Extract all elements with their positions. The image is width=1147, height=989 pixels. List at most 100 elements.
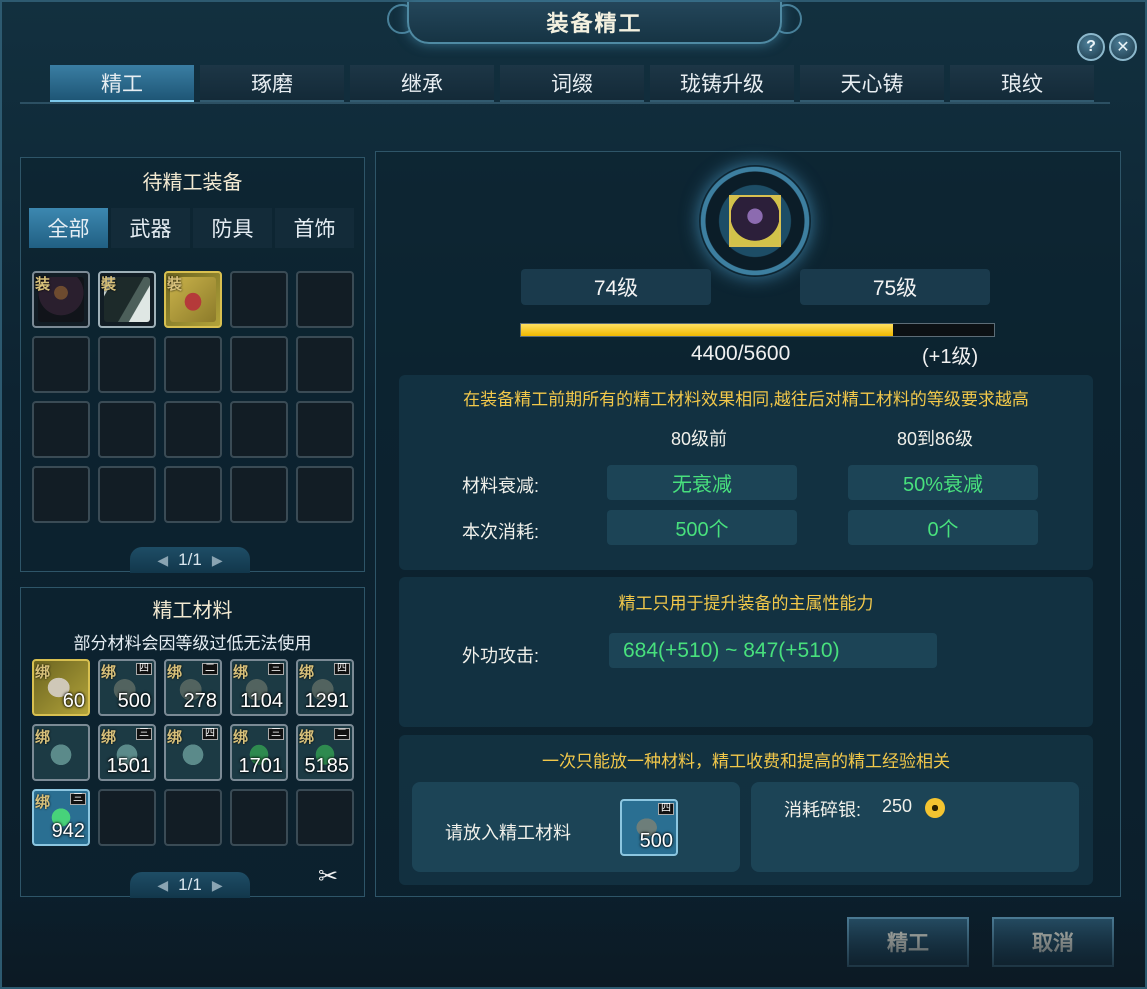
material-slot[interactable]: 绑 三 1501	[98, 724, 156, 781]
filter-armor[interactable]: 防具	[193, 208, 272, 248]
empty-slot[interactable]	[230, 789, 288, 846]
tab-affix[interactable]: 词缀	[500, 65, 644, 102]
tier-badge: 四	[658, 803, 674, 815]
empty-slot[interactable]	[164, 336, 222, 393]
attribute-panel: 精工只用于提升装备的主属性能力 外功攻击: 684(+510) ~ 847(+5…	[399, 577, 1093, 727]
empty-slot[interactable]	[230, 466, 288, 523]
refine-button[interactable]: 精工	[847, 917, 969, 967]
empty-slot[interactable]	[98, 336, 156, 393]
empty-slot[interactable]	[164, 789, 222, 846]
next-page-icon[interactable]: ▶	[212, 877, 223, 894]
empty-slot[interactable]	[32, 466, 90, 523]
exp-progress-bar	[520, 323, 995, 337]
empty-slot[interactable]	[32, 336, 90, 393]
material-input-label: 请放入精工材料	[445, 823, 571, 843]
material-slot[interactable]: 绑 二 5185	[296, 724, 354, 781]
filter-weapon[interactable]: 武器	[111, 208, 190, 248]
silver-cost-value: 250	[882, 796, 913, 816]
empty-slot[interactable]	[98, 466, 156, 523]
next-page-icon[interactable]: ▶	[212, 552, 223, 569]
empty-slot[interactable]	[230, 271, 288, 328]
materials-panel-title: 精工材料	[152, 600, 233, 622]
material-slot[interactable]: 绑 60	[32, 659, 90, 716]
material-input-box: 请放入精工材料 四 500	[412, 782, 740, 872]
bound-tag: 绑	[35, 664, 51, 681]
tier-badge: 三	[268, 663, 284, 675]
empty-slot[interactable]	[230, 336, 288, 393]
material-input-panel: 一次只能放一种材料，精工收费和提高的精工经验相关 请放入精工材料 四 500 消…	[399, 735, 1093, 885]
material-slot[interactable]: 绑 四 1291	[296, 659, 354, 716]
equip-tag: 装	[35, 276, 51, 293]
prev-page-icon[interactable]: ◀	[157, 552, 168, 569]
empty-slot[interactable]	[296, 466, 354, 523]
attribute-label: 外功攻击:	[462, 646, 540, 666]
bound-tag: 绑	[101, 664, 117, 681]
empty-slot[interactable]	[296, 789, 354, 846]
split-scissors-icon[interactable]: ✂	[318, 862, 338, 891]
cost-label: 本次消耗:	[462, 522, 540, 542]
material-qty: 500	[639, 830, 673, 852]
equipment-slot[interactable]: 装	[32, 271, 90, 328]
empty-slot[interactable]	[164, 401, 222, 458]
current-level: 74级	[521, 269, 711, 305]
decay-label: 材料衰减:	[462, 476, 540, 496]
hooded-figure-icon[interactable]	[729, 195, 781, 247]
materials-pager: ◀ 1/1 ▶	[130, 872, 250, 898]
material-slot[interactable]: 绑 四	[164, 724, 222, 781]
decay-value-1: 无衰减	[607, 465, 797, 500]
level-gain: (+1级)	[922, 346, 979, 368]
materials-grid: 绑 60 绑 四 500 绑 二 278 绑 三 1104 绑 四 1291 绑…	[32, 659, 354, 846]
tier-badge: 二	[202, 663, 218, 675]
material-qty: 1501	[106, 755, 152, 777]
material-slot[interactable]: 绑 二 278	[164, 659, 222, 716]
cost-box: 消耗碎银: 250	[751, 782, 1079, 872]
tab-inherit[interactable]: 继承	[350, 65, 494, 102]
material-qty: 278	[183, 690, 217, 712]
bound-tag: 绑	[299, 664, 315, 681]
tab-refine[interactable]: 精工	[50, 65, 194, 102]
material-qty: 942	[51, 820, 85, 842]
tab-casting-upgrade[interactable]: 珑铸升级	[650, 65, 794, 102]
empty-slot[interactable]	[98, 401, 156, 458]
bound-tag: 绑	[35, 794, 51, 811]
material-qty: 1104	[239, 690, 283, 712]
equipment-slot[interactable]: 裝	[164, 271, 222, 328]
material-slot[interactable]: 绑 四 500	[98, 659, 156, 716]
empty-slot[interactable]	[296, 401, 354, 458]
bound-tag: 绑	[233, 664, 249, 681]
cancel-button[interactable]: 取消	[992, 917, 1114, 967]
tab-bar: 精工 琢磨 继承 词缀 珑铸升级 天心铸 琅纹	[50, 65, 1094, 102]
refine-window: 装备精工 ? ✕ 精工 琢磨 继承 词缀 珑铸升级 天心铸 琅纹 待精工装备 全…	[0, 0, 1147, 989]
materials-panel-subtitle: 部分材料会因等级过低无法使用	[73, 634, 312, 653]
material-slot[interactable]: 绑 三 1701	[230, 724, 288, 781]
next-level: 75级	[800, 269, 990, 305]
cost-value-1: 500个	[607, 510, 797, 545]
close-button[interactable]: ✕	[1109, 33, 1137, 61]
prev-page-icon[interactable]: ◀	[157, 877, 168, 894]
empty-slot[interactable]	[296, 336, 354, 393]
tab-langwen[interactable]: 琅纹	[950, 65, 1094, 102]
equipment-slot[interactable]: 裝	[98, 271, 156, 328]
bound-tag: 绑	[167, 729, 183, 746]
material-slot[interactable]: 绑 三 1104	[230, 659, 288, 716]
equip-tag: 裝	[167, 276, 183, 293]
filter-all[interactable]: 全部	[29, 208, 108, 248]
material-slot[interactable]: 绑	[32, 724, 90, 781]
tier-badge: 四	[136, 663, 152, 675]
tier-badge: 四	[334, 663, 350, 675]
empty-slot[interactable]	[230, 401, 288, 458]
bound-tag: 绑	[101, 729, 117, 746]
tab-polish[interactable]: 琢磨	[200, 65, 344, 102]
attribute-value: 684(+510) ~ 847(+510)	[609, 633, 937, 668]
window-title-plate: 装备精工	[407, 2, 782, 44]
empty-slot[interactable]	[32, 401, 90, 458]
tier-badge: 二	[334, 728, 350, 740]
help-button[interactable]: ?	[1077, 33, 1105, 61]
material-slot[interactable]: 绑 三 942	[32, 789, 90, 846]
empty-slot[interactable]	[98, 789, 156, 846]
tab-tianxin-cast[interactable]: 天心铸	[800, 65, 944, 102]
material-input-slot[interactable]: 四 500	[620, 799, 678, 856]
empty-slot[interactable]	[164, 466, 222, 523]
empty-slot[interactable]	[296, 271, 354, 328]
filter-jewelry[interactable]: 首饰	[275, 208, 354, 248]
